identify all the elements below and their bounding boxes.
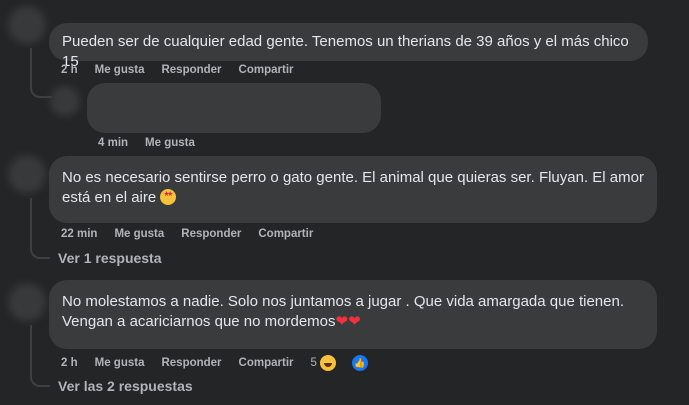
comment-actions: 22 min Me gusta Responder Compartir	[61, 228, 330, 240]
share-button[interactable]: Compartir	[239, 357, 294, 369]
comment-actions: 2 h Me gusta Responder Compartir	[61, 64, 311, 76]
comment-actions: 2 h Me gusta Responder Compartir 5 👍	[61, 354, 386, 372]
share-button[interactable]: Compartir	[239, 64, 294, 76]
comment-time[interactable]: 2 h	[61, 357, 78, 369]
like-button[interactable]: Me gusta	[114, 228, 164, 240]
reply-button[interactable]: Responder	[181, 228, 241, 240]
view-replies-link[interactable]: Ver 1 respuesta	[58, 250, 162, 266]
view-replies-link[interactable]: Ver las 2 respuestas	[58, 378, 193, 394]
comment-time[interactable]: 22 min	[61, 228, 97, 240]
thread-elbow	[30, 198, 50, 259]
haha-reaction-icon	[318, 354, 337, 372]
like-reaction-icon: 👍	[350, 354, 369, 372]
star-struck-emoji-icon	[160, 189, 177, 205]
comment-text-line-1: No es necesario sentirse perro o gato ge…	[62, 169, 644, 186]
reply-time[interactable]: 4 min	[98, 137, 128, 149]
thread-elbow	[30, 325, 50, 387]
comment-bubble: No molestamos a nadie. Solo nos juntamos…	[49, 280, 657, 349]
reply-button[interactable]: Responder	[161, 64, 221, 76]
avatar[interactable]	[8, 6, 46, 44]
reaction-count[interactable]: 5	[311, 357, 317, 369]
like-button[interactable]: Me gusta	[95, 64, 145, 76]
avatar[interactable]	[8, 155, 46, 193]
comment-time[interactable]: 2 h	[61, 64, 78, 76]
comment-text-line-2: Vengan a acariciarnos que no mordemos	[62, 313, 336, 330]
avatar[interactable]	[8, 283, 46, 321]
avatar[interactable]	[50, 86, 80, 116]
reply-button[interactable]: Responder	[161, 357, 221, 369]
like-button[interactable]: Me gusta	[145, 137, 195, 149]
comment-bubble: No es necesario sentirse perro o gato ge…	[49, 156, 657, 223]
reply-bubble	[87, 83, 381, 133]
share-button[interactable]: Compartir	[258, 228, 313, 240]
reply-actions: 4 min Me gusta	[98, 137, 212, 149]
comment-text-line-2-wrap: Vengan a acariciarnos que no mordemos❤❤	[62, 312, 644, 332]
thread-elbow	[30, 72, 52, 98]
reaction-summary[interactable]: 👍	[318, 354, 386, 372]
comments-panel: Pueden ser de cualquier edad gente. Tene…	[0, 0, 689, 405]
heart-emoji-icon: ❤❤	[335, 313, 361, 330]
comment-text-line-2-wrap: está en el aire	[62, 188, 644, 208]
comment-text-line-1: No molestamos a nadie. Solo nos juntamos…	[62, 293, 625, 310]
comment-text-line-2: está en el aire	[62, 189, 157, 206]
comment-bubble: Pueden ser de cualquier edad gente. Tene…	[49, 23, 648, 70]
like-button[interactable]: Me gusta	[95, 357, 145, 369]
